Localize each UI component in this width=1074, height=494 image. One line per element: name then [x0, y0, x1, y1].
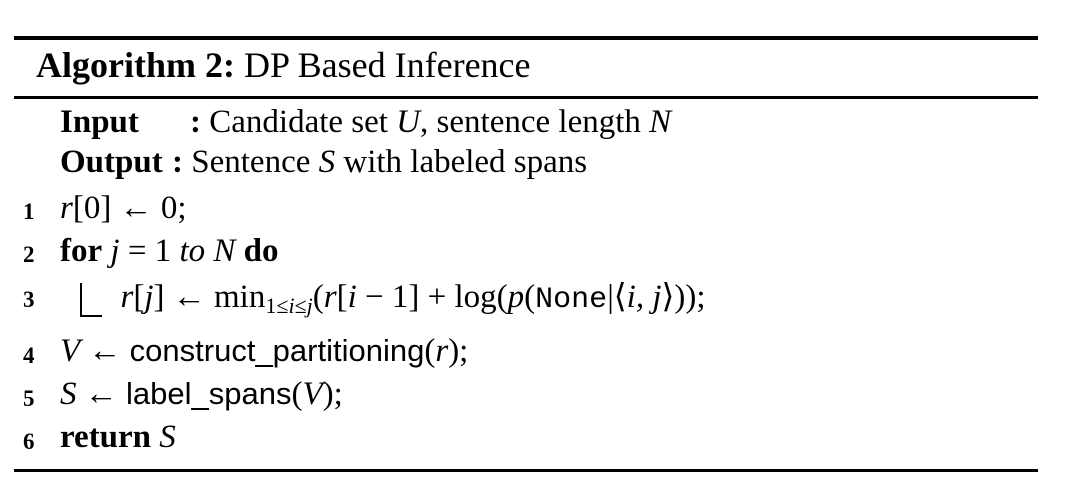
output-separator: :: [172, 144, 183, 180]
keyword-to: to: [179, 233, 206, 269]
input-desc-mid: , sentence length: [420, 104, 641, 140]
fn-min: min: [214, 279, 266, 315]
none-literal: None: [535, 283, 608, 317]
fn-label-spans: label_spans: [126, 376, 292, 411]
fn-log: log: [454, 279, 497, 315]
output-desc-pre: Sentence: [191, 144, 311, 180]
input-var-n: N: [649, 104, 672, 140]
top-rule: [14, 36, 1038, 40]
fn-construct-partitioning: construct_partitioning: [129, 333, 425, 368]
output-var-s: S: [318, 144, 336, 180]
line-number: 2: [23, 242, 35, 267]
keyword-do: do: [243, 233, 279, 269]
algorithm-label: Algorithm 2:: [36, 45, 235, 85]
input-keyword: Input: [60, 104, 139, 140]
line-number: 3: [23, 287, 35, 312]
line-number: 5: [23, 386, 35, 411]
output-keyword: Output: [60, 144, 163, 180]
bottom-rule: [14, 469, 1038, 472]
line-number: 4: [23, 343, 35, 368]
loop-body-bracket: [80, 283, 102, 317]
title-rule: [14, 96, 1038, 99]
keyword-return: return: [60, 419, 152, 455]
line-1-code: r[0] ← 0;: [60, 190, 187, 226]
algorithm-title: Algorithm 2: DP Based Inference: [36, 44, 531, 86]
input-separator: :: [190, 104, 201, 140]
line-3-code: r[j] ← min1≤i≤j(r[i − 1] + log(p(None|⟨i…: [80, 276, 706, 319]
line-4-code: V ← construct_partitioning(r);: [60, 333, 469, 369]
line-2-code: for j = 1 to N do: [60, 233, 279, 269]
output-line: Output: Sentence S with labeled spans: [60, 144, 587, 181]
output-desc-post: with labeled spans: [343, 144, 588, 180]
line-number: 1: [23, 199, 35, 224]
algorithm-name: DP Based Inference: [243, 45, 531, 85]
line-number: 6: [23, 429, 35, 454]
keyword-for: for: [60, 233, 103, 269]
input-desc-pre: Candidate set: [209, 104, 388, 140]
input-var-u: U: [396, 104, 421, 140]
line-5-code: S ← label_spans(V);: [60, 376, 343, 412]
input-line: Input: Candidate set U, sentence length …: [60, 104, 671, 141]
line-6-code: return S: [60, 419, 176, 455]
